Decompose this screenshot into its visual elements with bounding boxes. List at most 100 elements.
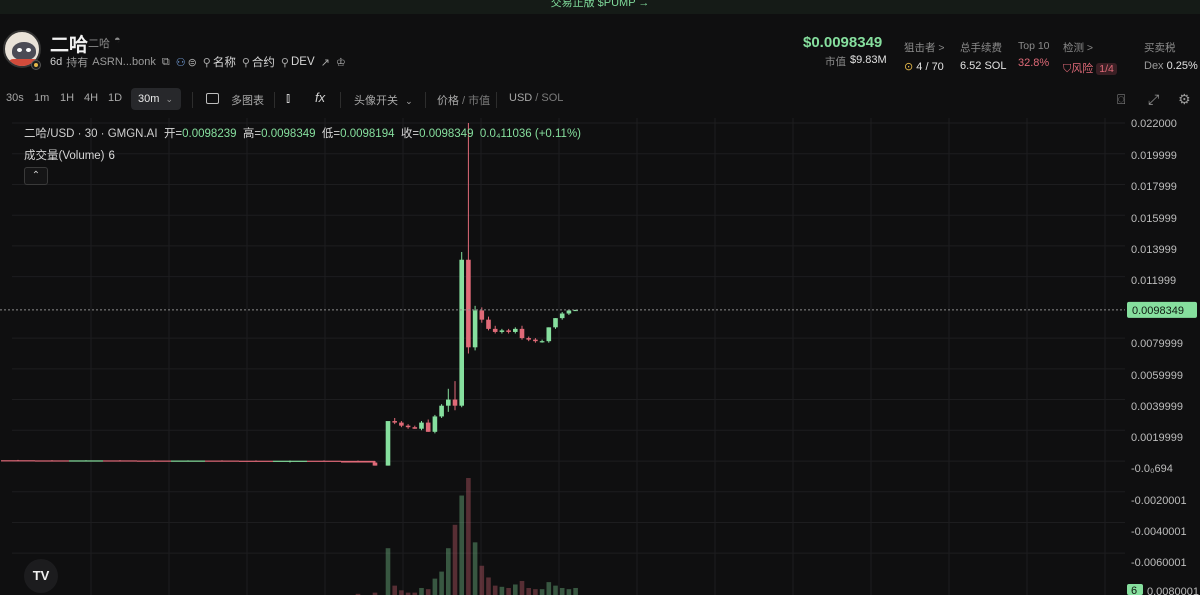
risk-check-value: ⛉风险 1/4 bbox=[1063, 60, 1117, 76]
close-value: 0.0098349 bbox=[419, 128, 474, 140]
interval-1h[interactable]: 1H bbox=[60, 92, 74, 104]
tax-value: Dex 0.25% bbox=[1144, 60, 1198, 72]
crown-icon[interactable]: ♔ bbox=[336, 56, 346, 69]
total-fees-header: 总手续费 bbox=[960, 42, 1002, 54]
volume-bar bbox=[559, 587, 565, 595]
promo-banner[interactable]: 交易正版 $PUMP → bbox=[0, 0, 1200, 14]
risk-check-header[interactable]: 检测 > bbox=[1063, 40, 1117, 55]
candle-body bbox=[307, 460, 341, 462]
candle-body bbox=[205, 460, 239, 462]
interval-1m[interactable]: 1m bbox=[34, 92, 49, 104]
search-name-icon[interactable]: ⚲ bbox=[203, 56, 211, 69]
avatar-face bbox=[12, 42, 36, 60]
risk-check-stat[interactable]: 检测 > ⛉风险 1/4 bbox=[1063, 40, 1117, 76]
search-dev-icon[interactable]: ⚲ bbox=[281, 56, 289, 69]
chevron-down-icon: ⌄ bbox=[165, 94, 174, 104]
copy-icon[interactable]: ⧉ bbox=[162, 56, 170, 69]
candle-body bbox=[546, 327, 552, 342]
holders-label: 持有 bbox=[66, 57, 89, 69]
price-axis-tick: 0.0079999 bbox=[1131, 338, 1183, 350]
camera-icon[interactable]: ⌼ bbox=[1117, 91, 1135, 107]
snipers-stat[interactable]: 狙击者 > ⊙ 4 / 70 bbox=[904, 40, 945, 73]
interval-30s[interactable]: 30s bbox=[6, 92, 24, 104]
chart-toolbar: 30s 1m 1H 4H 1D 30m ⌄ 多图表 ⫾ fx 头像开关 ⌄ 价格… bbox=[0, 88, 1200, 112]
price-axis-tick: 0.0059999 bbox=[1131, 370, 1183, 382]
token-sub-name: 二哈 bbox=[88, 38, 110, 50]
mcap-toggle-label: 市值 bbox=[468, 95, 491, 107]
candle-body bbox=[392, 421, 397, 423]
tax-header: 买卖税 bbox=[1144, 42, 1176, 54]
share-icon[interactable]: ↗ bbox=[321, 56, 330, 69]
interval-4h[interactable]: 4H bbox=[84, 92, 98, 104]
snipers-value: ⊙ 4 / 70 bbox=[904, 60, 945, 73]
multi-chart-button[interactable]: 多图表 bbox=[231, 92, 264, 108]
price-axis-tick: -0.0040001 bbox=[1131, 526, 1187, 538]
search-dev-link[interactable]: DEV bbox=[291, 56, 315, 68]
candle-body bbox=[273, 460, 307, 462]
active-interval: 30m bbox=[138, 93, 160, 105]
candle-body bbox=[171, 460, 205, 462]
add-chart-icon[interactable] bbox=[206, 93, 219, 104]
candle-body bbox=[137, 460, 171, 462]
interval-1d[interactable]: 1D bbox=[108, 92, 122, 104]
currency-toggle[interactable]: USD / SOL bbox=[509, 92, 563, 104]
settings-gear-icon[interactable]: ⚙ bbox=[1178, 91, 1196, 107]
search-contract-icon[interactable]: ⚲ bbox=[242, 56, 250, 69]
tax-prefix: Dex bbox=[1144, 60, 1164, 72]
token-header: 二哈 二哈 ◓ 6d 持有 ASRN...bonk ⧉ ⚇ ⊜ ⚲ 名称 ⚲ 合… bbox=[0, 22, 1200, 80]
candle-body bbox=[69, 460, 103, 462]
top10-stat: Top 10 32.8% bbox=[1018, 40, 1050, 69]
candlesticks bbox=[1, 123, 578, 466]
avatar-eye bbox=[17, 48, 22, 52]
candle-body bbox=[499, 330, 505, 332]
volume-bar bbox=[399, 590, 404, 595]
volume-bar bbox=[513, 584, 518, 595]
candle-body bbox=[566, 310, 572, 314]
volume-label: 成交量(Volume) bbox=[24, 150, 105, 162]
candle-body bbox=[239, 460, 273, 462]
tax-stat: 买卖税 Dex 0.25% bbox=[1144, 40, 1198, 72]
candle-body bbox=[1, 460, 35, 462]
candle-body bbox=[539, 341, 545, 343]
price-chart[interactable]: 0.022000 0.019999 0.017999 0.015999 0.013999… bbox=[0, 118, 1200, 595]
candle-body bbox=[439, 405, 444, 417]
low-value: 0.0098194 bbox=[340, 128, 395, 140]
candle-body bbox=[432, 416, 438, 432]
price-axis-tick: -0.0060001 bbox=[1131, 557, 1187, 569]
token-address[interactable]: ASRN...bonk bbox=[92, 56, 156, 68]
social-link-icon[interactable]: ⚇ bbox=[176, 56, 186, 69]
volume-bar bbox=[573, 587, 578, 595]
candle-body bbox=[492, 328, 498, 332]
list-icon[interactable]: ⊜ bbox=[188, 56, 197, 69]
high-label: 高= bbox=[242, 128, 262, 140]
avatar-toggle-button[interactable]: 头像开关 ⌄ bbox=[354, 92, 413, 108]
tradingview-logo[interactable]: TV bbox=[24, 559, 58, 593]
volume-bar bbox=[519, 580, 525, 595]
grid-lines bbox=[12, 118, 1125, 595]
candle-body bbox=[372, 462, 378, 466]
price-mcap-toggle[interactable]: 价格 / 市值 bbox=[437, 92, 490, 108]
candle-body bbox=[412, 427, 418, 429]
search-contract-link[interactable]: 合约 bbox=[252, 54, 275, 70]
price-axis-tick: 0.0019999 bbox=[1131, 432, 1183, 444]
chart-canvas[interactable]: 0.022000 0.019999 0.017999 0.015999 0.013999… bbox=[0, 118, 1200, 595]
low-label: 低= bbox=[321, 128, 341, 140]
fullscreen-icon[interactable]: ⤢ bbox=[1148, 91, 1166, 107]
collapse-legend-button[interactable]: ⌃ bbox=[24, 167, 48, 185]
promo-banner-text[interactable]: 交易正版 $PUMP → bbox=[551, 0, 650, 9]
currency-usd-label: USD bbox=[509, 92, 533, 104]
search-name-link[interactable]: 名称 bbox=[213, 54, 236, 70]
indicators-icon[interactable]: fx bbox=[315, 90, 325, 105]
volume-bar bbox=[425, 589, 431, 595]
interval-30m-dropdown[interactable]: 30m ⌄ bbox=[131, 88, 181, 110]
candle-body bbox=[341, 460, 375, 463]
snipers-header[interactable]: 狙击者 > bbox=[904, 40, 945, 55]
volume-bar bbox=[385, 548, 391, 595]
total-fees-stat: 总手续费 6.52 SOL bbox=[960, 40, 1006, 72]
candle-body bbox=[452, 399, 458, 406]
shield-alert-icon: ⛉ bbox=[1063, 63, 1072, 75]
candle-type-icon[interactable]: ⫾ bbox=[286, 90, 290, 106]
candle-body bbox=[466, 259, 471, 348]
volume-bar bbox=[459, 495, 464, 595]
volume-bars bbox=[355, 478, 578, 595]
